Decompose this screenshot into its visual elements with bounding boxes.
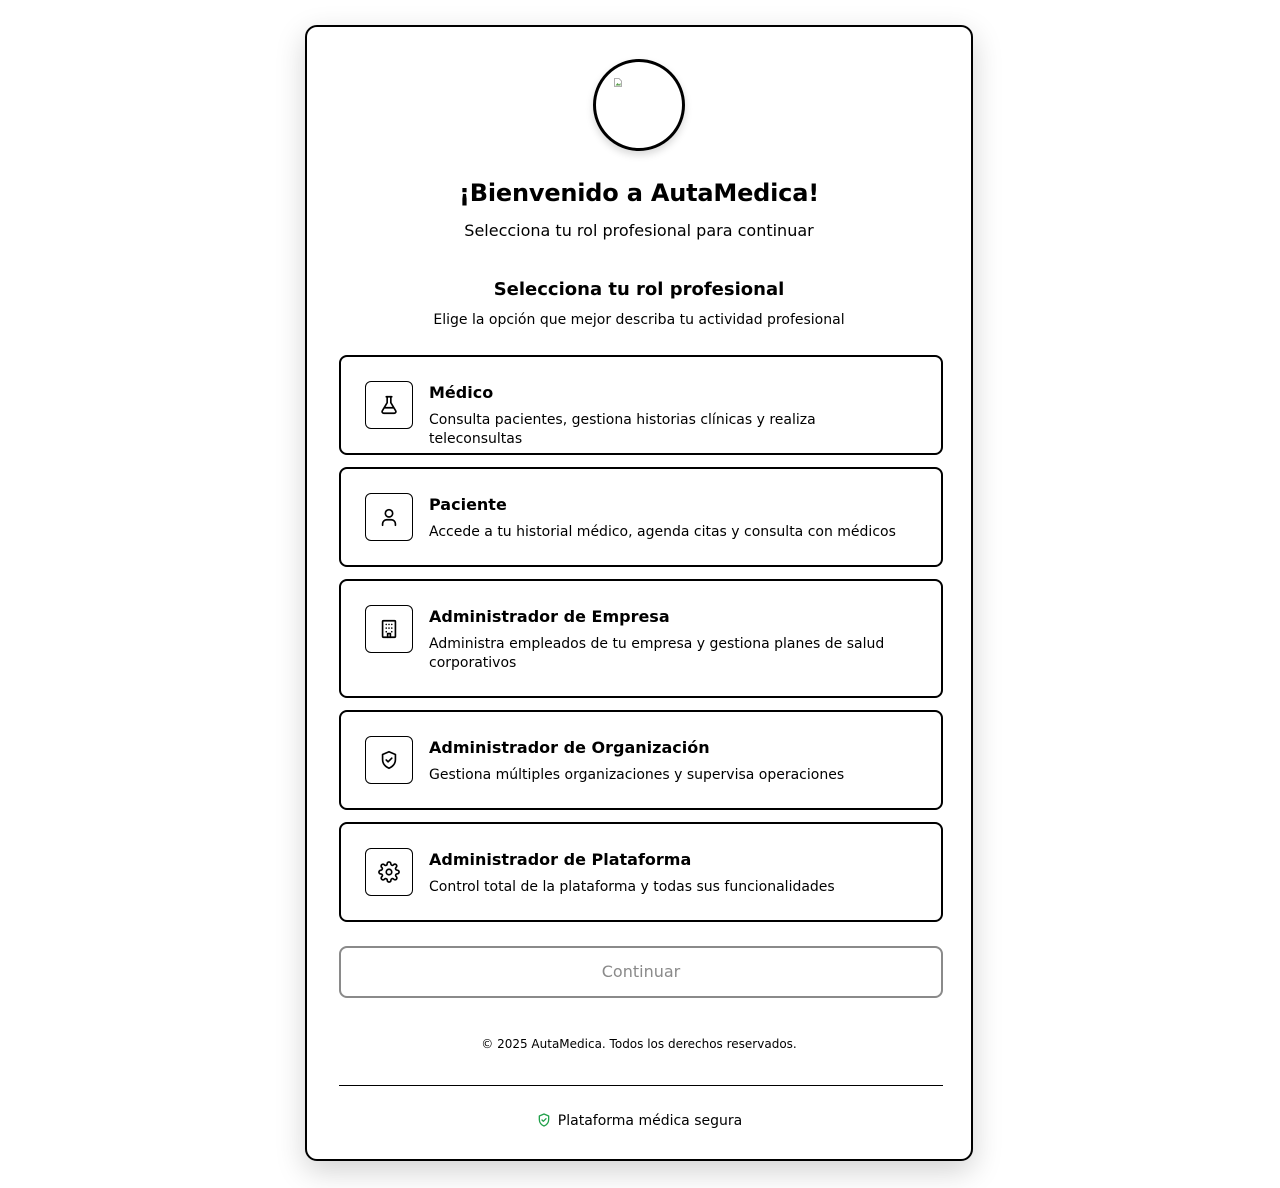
shield-check-icon — [365, 736, 413, 784]
secure-platform-label: Plataforma médica segura — [557, 1113, 743, 1129]
role-description: Control total de la plataforma y todas s… — [429, 879, 835, 895]
role-description: Administra empleados de tu empresa y ges… — [429, 636, 885, 671]
role-selection-card: ¡Bienvenido a AutaMedica! Selecciona tu … — [305, 25, 973, 1161]
role-title: Paciente — [429, 495, 507, 514]
role-option-admin-empresa[interactable]: Administrador de Empresa Administra empl… — [339, 579, 943, 698]
role-option-admin-organizacion[interactable]: Administrador de Organización Gestiona m… — [339, 710, 943, 810]
gear-icon — [365, 848, 413, 896]
roles-section-title: Selecciona tu rol profesional — [493, 279, 785, 300]
role-option-medico[interactable]: Médico Consulta pacientes, gestiona hist… — [339, 355, 943, 455]
role-option-admin-plataforma[interactable]: Administrador de Plataforma Control tota… — [339, 822, 943, 922]
role-description: Consulta pacientes, gestiona historias c… — [429, 412, 816, 447]
role-title: Administrador de Plataforma — [429, 850, 692, 869]
flask-icon — [365, 381, 413, 429]
continue-button[interactable]: Continuar — [339, 946, 943, 998]
secure-platform-note: Plataforma médica segura — [307, 1112, 971, 1129]
building-icon — [365, 605, 413, 653]
page-title: ¡Bienvenido a AutaMedica! — [459, 179, 819, 207]
shield-check-icon — [538, 1113, 550, 1127]
role-description: Accede a tu historial médico, agenda cit… — [429, 524, 896, 540]
role-option-paciente[interactable]: Paciente Accede a tu historial médico, a… — [339, 467, 943, 567]
role-title: Médico — [429, 383, 494, 402]
footer-divider — [339, 1085, 943, 1086]
roles-section-subtitle: Elige la opción que mejor describa tu ac… — [433, 312, 845, 328]
copyright-text: © 2025 AutaMedica. Todos los derechos re… — [481, 1037, 797, 1051]
broken-image-icon — [614, 78, 622, 87]
logo-avatar — [593, 59, 685, 151]
page-subtitle: Selecciona tu rol profesional para conti… — [464, 221, 814, 240]
user-icon — [365, 493, 413, 541]
role-title: Administrador de Organización — [429, 738, 710, 757]
role-description: Gestiona múltiples organizaciones y supe… — [429, 767, 845, 783]
role-title: Administrador de Empresa — [429, 607, 670, 626]
